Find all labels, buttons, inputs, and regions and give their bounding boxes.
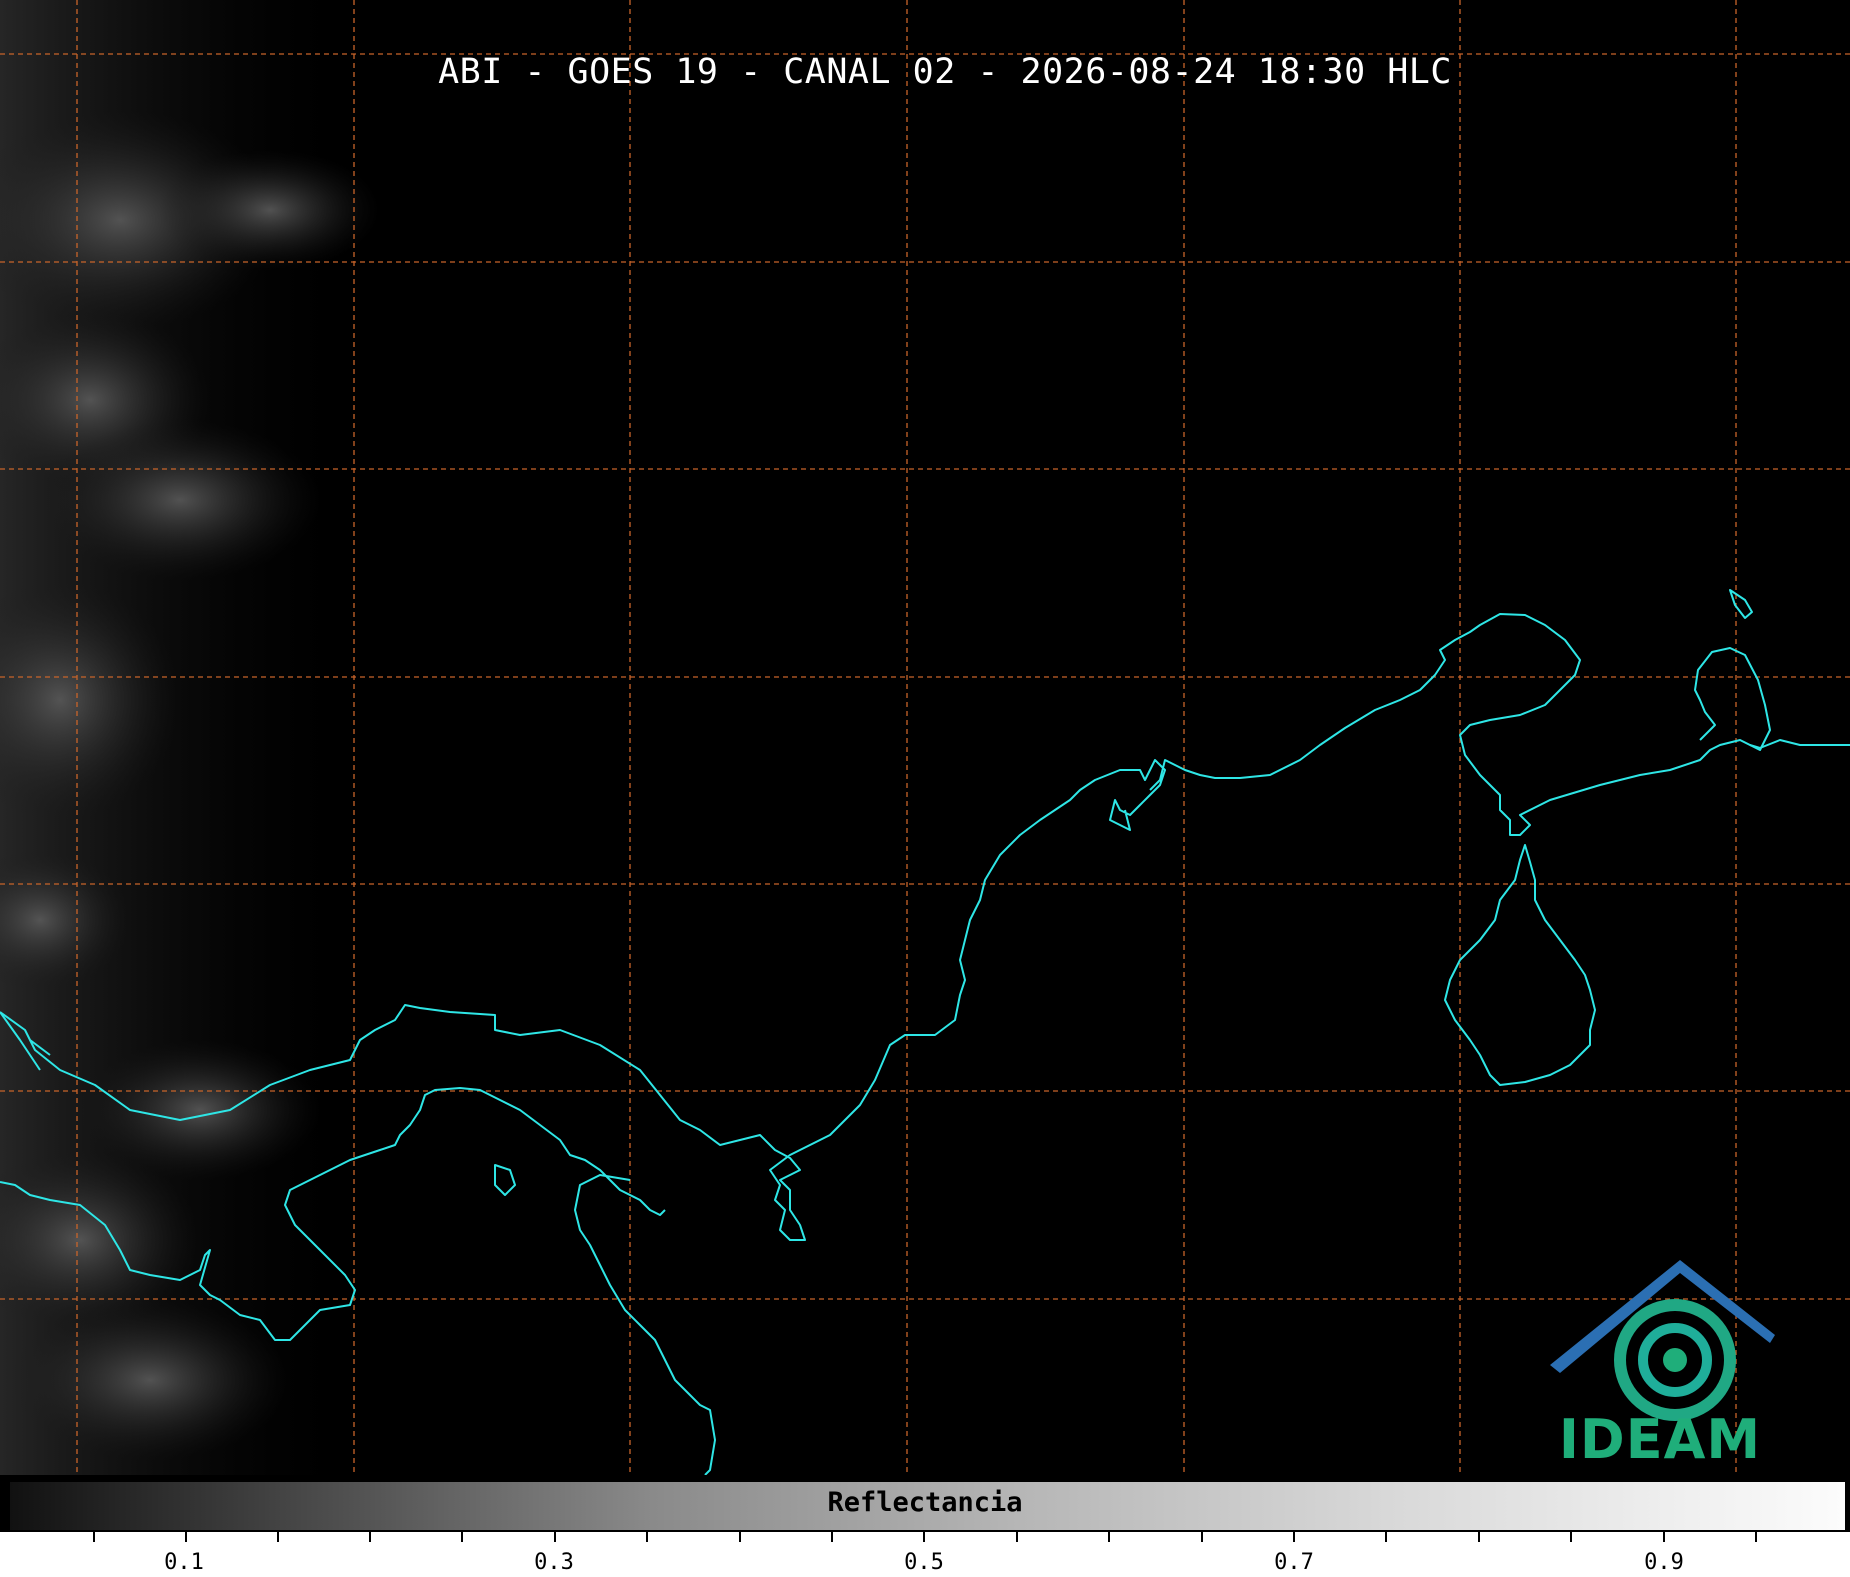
colorbar-label: Reflectancia	[827, 1487, 1023, 1518]
colorbar-tick-label: 0.7	[1274, 1550, 1314, 1575]
colorbar-tick-label: 0.9	[1644, 1550, 1684, 1575]
ideam-logo-text: IDEAM	[1558, 1408, 1762, 1471]
colorbar-tick-label: 0.1	[164, 1550, 204, 1575]
colorbar-tick-label: 0.3	[534, 1550, 574, 1575]
logo-swirl-eye	[1663, 1348, 1687, 1372]
colorbar-tick-marks	[93, 1532, 1757, 1542]
satellite-map	[0, 0, 1850, 1475]
colorbar-tick-label: 0.5	[904, 1550, 944, 1575]
logo-roof	[1550, 1260, 1775, 1373]
map-title: ABI - GOES 19 - CANAL 02 - 2026-08-24 18…	[438, 52, 1452, 92]
